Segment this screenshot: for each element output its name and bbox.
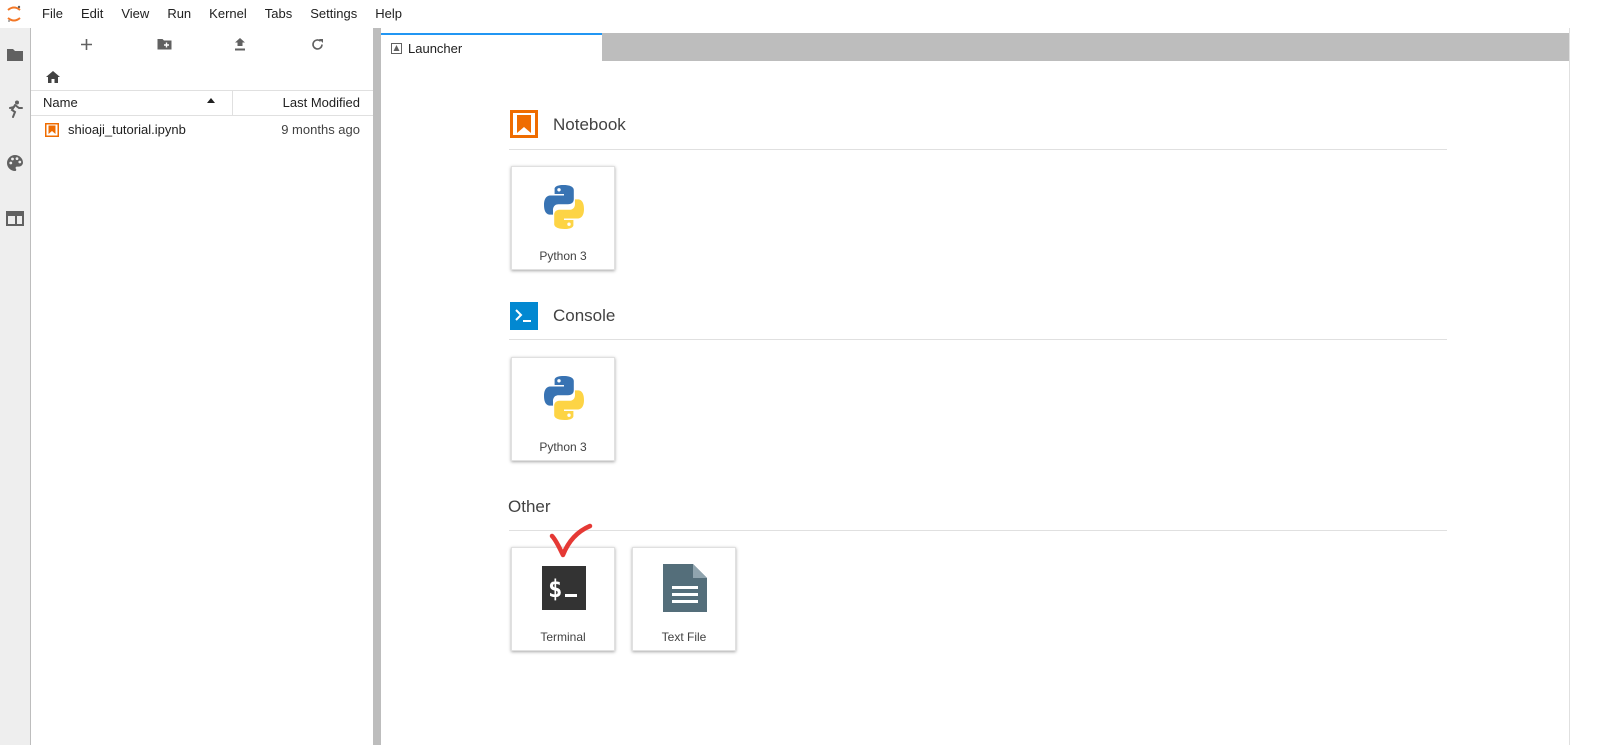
launcher-card-console-python3[interactable]: Python 3: [511, 357, 615, 461]
file-list-item[interactable]: shioaji_tutorial.ipynb 9 months ago: [31, 119, 373, 141]
tab-label: Launcher: [408, 40, 463, 56]
section-divider: [509, 530, 1447, 531]
palette-icon[interactable]: [0, 148, 30, 178]
menu-file[interactable]: File: [28, 0, 72, 28]
card-label: Python 3: [539, 249, 587, 263]
file-name: shioaji_tutorial.ipynb: [68, 122, 186, 137]
file-browser-panel: Name Last Modified shioaji_tutorial.ipyn…: [31, 28, 373, 745]
menu-kernel[interactable]: Kernel: [200, 0, 256, 28]
refresh-icon[interactable]: [305, 34, 329, 54]
running-icon[interactable]: [0, 94, 30, 124]
section-divider: [509, 339, 1447, 340]
launcher-card-text-file[interactable]: Text File: [632, 547, 736, 651]
menu-tabs[interactable]: Tabs: [256, 0, 301, 28]
file-browser-toolbar: [31, 28, 373, 60]
menu-help[interactable]: Help: [366, 0, 411, 28]
tab-launcher[interactable]: Launcher: [381, 33, 602, 61]
console-icon: [510, 302, 538, 330]
column-name-header[interactable]: Name: [31, 91, 233, 115]
upload-icon[interactable]: [228, 34, 252, 54]
scrollbar[interactable]: [1569, 28, 1600, 745]
red-checkmark-icon: [549, 523, 593, 558]
section-title-other: Other: [508, 497, 551, 516]
menu-edit[interactable]: Edit: [72, 0, 112, 28]
python-logo-icon: [538, 372, 590, 424]
launcher-icon: [391, 42, 402, 54]
notebook-icon: [510, 110, 538, 138]
menu-settings[interactable]: Settings: [301, 0, 366, 28]
sort-ascending-icon: [207, 98, 215, 103]
terminal-icon: $: [538, 562, 590, 614]
text-file-icon: [659, 562, 711, 614]
card-label: Python 3: [539, 440, 587, 454]
tab-bar: Launcher: [381, 33, 1569, 61]
new-launcher-icon[interactable]: [74, 34, 98, 54]
new-folder-icon[interactable]: [152, 34, 176, 54]
home-icon[interactable]: [43, 68, 63, 86]
column-name-label: Name: [43, 95, 78, 110]
tabs-icon[interactable]: [0, 203, 30, 233]
launcher-card-terminal[interactable]: $ Terminal: [511, 547, 615, 651]
notebook-file-icon: [45, 123, 59, 137]
file-list-header: Name Last Modified: [31, 90, 373, 116]
activity-bar: [0, 28, 31, 745]
jupyter-logo-icon: [0, 0, 28, 28]
section-title-console: Console: [553, 306, 616, 325]
menu-bar: File Edit View Run Kernel Tabs Settings …: [0, 0, 1600, 28]
column-last-modified-header[interactable]: Last Modified: [283, 91, 360, 115]
card-label: Terminal: [540, 630, 586, 644]
file-modified-date: 9 months ago: [281, 122, 360, 137]
menu-view[interactable]: View: [112, 0, 158, 28]
menu-run[interactable]: Run: [158, 0, 200, 28]
card-label: Text File: [661, 630, 707, 644]
svg-text:$: $: [548, 575, 562, 603]
section-divider: [509, 149, 1447, 150]
launcher-card-notebook-python3[interactable]: Python 3: [511, 166, 615, 270]
folder-icon[interactable]: [0, 39, 30, 69]
python-logo-icon: [538, 181, 590, 233]
section-title-notebook: Notebook: [553, 115, 626, 134]
panel-splitter[interactable]: [373, 28, 381, 745]
